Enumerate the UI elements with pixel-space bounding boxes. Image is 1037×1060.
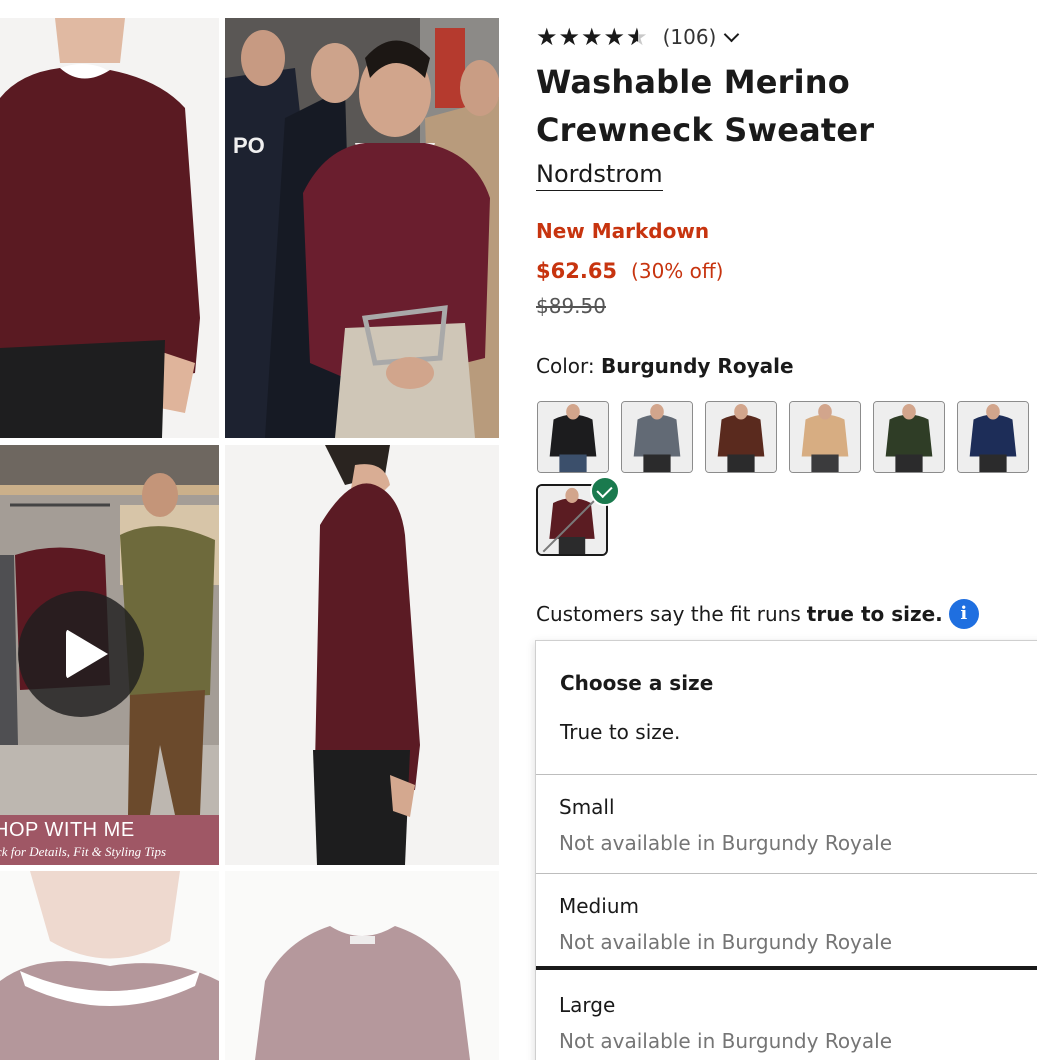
size-option-name: Medium	[559, 894, 639, 918]
swatch-sweater-olive	[874, 402, 944, 472]
swatch-sweater-navy	[958, 402, 1028, 472]
product-image-closeup[interactable]	[0, 871, 219, 1060]
size-option-name: Large	[559, 993, 616, 1017]
product-title: Washable Merino Crewneck Sweater	[536, 63, 875, 149]
size-option-name: Small	[559, 795, 615, 819]
color-swatch-rust-brown[interactable]	[705, 401, 777, 473]
video-banner[interactable]: HOP WITH ME ck for Details, Fit & Stylin…	[0, 815, 219, 865]
front-model-illustration	[0, 18, 219, 438]
rating-stars: ★★★★★	[536, 25, 649, 49]
color-swatch-olive[interactable]	[873, 401, 945, 473]
chevron-down-icon	[724, 26, 740, 42]
swatch-sweater-grey	[622, 402, 692, 472]
size-option-status: Not available in Burgundy Royale	[559, 831, 893, 855]
color-swatch-burgundy[interactable]	[536, 476, 620, 556]
selected-check-icon	[590, 476, 620, 506]
color-swatch-navy[interactable]	[957, 401, 1029, 473]
color-label-row: Color: Burgundy Royale	[536, 354, 794, 378]
highlight-divider	[536, 966, 1037, 970]
product-image-side[interactable]	[225, 445, 499, 865]
fit-note: Customers say the fit runs true to size.…	[536, 599, 979, 629]
info-icon[interactable]: i	[948, 599, 979, 629]
sale-price: $62.65	[536, 259, 618, 283]
swatch-sweater-black	[538, 402, 608, 472]
size-menu-subheading: True to size.	[560, 720, 681, 744]
rating-summary[interactable]: ★★★★★ (106)	[536, 22, 740, 52]
product-image-news-photo[interactable]: PO	[225, 18, 499, 438]
size-option-small[interactable]: Small Not available in Burgundy Royale	[536, 775, 1037, 870]
fit-note-text: Customers say the fit runs	[536, 602, 801, 626]
side-model-illustration	[225, 445, 499, 865]
size-option-status: Not available in Burgundy Royale	[559, 930, 893, 954]
half-star-icon: ★	[626, 25, 649, 49]
price-row: $62.65 (30% off)	[536, 259, 723, 283]
play-icon	[66, 629, 108, 679]
size-option-large[interactable]: Large Not available in Burgundy Royale	[536, 973, 1037, 1060]
size-menu-heading: Choose a size	[560, 671, 714, 695]
police-jacket-text: PO	[233, 133, 265, 158]
news-photo-illustration: PO	[225, 18, 499, 438]
brand-link[interactable]: Nordstrom	[536, 160, 663, 191]
selected-color-name: Burgundy Royale	[600, 354, 794, 378]
color-swatch-black[interactable]	[537, 401, 609, 473]
image-fade-overlay	[0, 871, 219, 1060]
color-swatch-camel[interactable]	[789, 401, 861, 473]
size-dropdown-menu[interactable]: Choose a size True to size. Small Not av…	[535, 640, 1037, 1060]
size-option-medium[interactable]: Medium Not available in Burgundy Royale	[536, 874, 1037, 969]
image-fade-overlay	[225, 871, 499, 1060]
video-banner-title: HOP WITH ME	[0, 819, 135, 841]
video-play-button[interactable]	[18, 591, 144, 717]
discount-percent: (30% off)	[631, 259, 724, 283]
video-banner-subtitle: ck for Details, Fit & Styling Tips	[0, 844, 167, 859]
markdown-badge: New Markdown	[536, 219, 710, 243]
product-image-flat[interactable]	[225, 871, 499, 1060]
color-label: Color:	[536, 354, 595, 378]
color-swatch-grey[interactable]	[621, 401, 693, 473]
filled-stars: ★★★★	[536, 23, 627, 51]
fit-note-emphasis: true to size.	[806, 602, 943, 626]
original-price: $89.50	[536, 294, 606, 318]
swatch-sweater-camel	[790, 402, 860, 472]
review-count: (106)	[662, 25, 717, 49]
product-image-front[interactable]	[0, 18, 219, 438]
swatch-sweater-rust-brown	[706, 402, 776, 472]
size-option-status: Not available in Burgundy Royale	[559, 1029, 893, 1053]
